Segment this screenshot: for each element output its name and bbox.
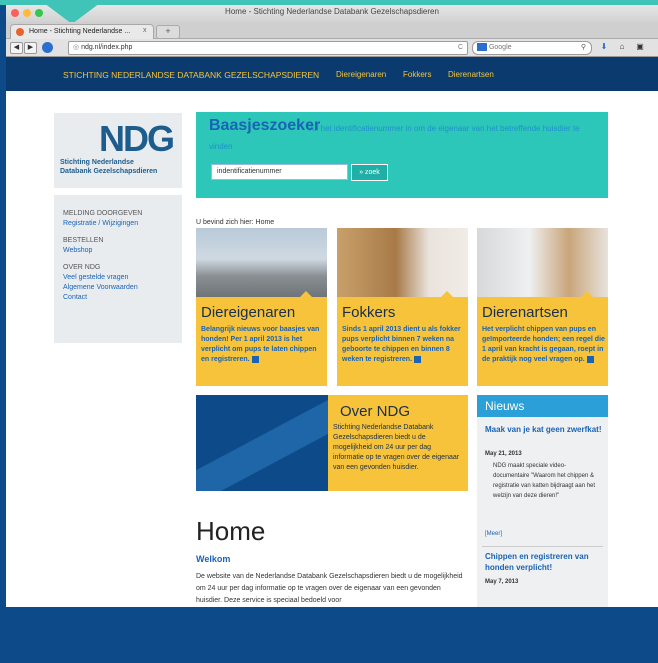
card-fokkers[interactable]: Fokkers Sinds 1 april 2013 dient u als f… xyxy=(337,228,468,386)
nav-fokkers[interactable]: Fokkers xyxy=(403,70,431,79)
logo-line-1: Stichting Nederlandse xyxy=(60,159,134,166)
vet-photo xyxy=(477,228,608,297)
over-text: Stichting Nederlandse Databank Gezelscha… xyxy=(333,424,460,471)
home-button-icon[interactable]: ⌂ xyxy=(616,42,628,52)
news-item-text: NDG maakt speciale video-documentaire "W… xyxy=(493,463,596,499)
more-arrow-icon[interactable] xyxy=(414,355,422,363)
menu-heading-melding: MELDING DOORGEVEN xyxy=(63,210,143,217)
card-arrow xyxy=(581,291,593,297)
browser-toolbar: ◀ ▶ ◎ ndg.nl/index.php C Google ⚲ ⬇ ⌂ ▣ xyxy=(6,39,658,57)
news-item-title[interactable]: Maak van je kat geen zwerfkat! xyxy=(485,424,603,435)
owner-search-panel: Vul het identificatienummer in om de eig… xyxy=(196,112,608,198)
over-ndg-box[interactable]: Over NDG Stichting Nederlandse Databank … xyxy=(196,395,468,491)
card-text: Het verplicht chippen van pups en geïmpo… xyxy=(482,326,605,363)
search-button[interactable]: » zoek xyxy=(351,164,388,181)
card-text: Belangrijk nieuws voor baasjes van honde… xyxy=(201,326,320,363)
nav-dierenartsen[interactable]: Dierenartsen xyxy=(448,70,494,79)
tab-close-icon[interactable]: x xyxy=(143,27,147,34)
news-header: Nieuws xyxy=(477,395,608,417)
side-menu: MELDING DOORGEVEN Registratie / Wijzigin… xyxy=(54,195,182,343)
logo-line-2: Databank Gezelschapsdieren xyxy=(60,168,158,175)
card-title: Diereigenaren xyxy=(201,304,296,321)
ndg-banner-image xyxy=(196,395,328,491)
reload-icon[interactable]: C xyxy=(458,42,463,54)
card-diereigenaren[interactable]: Diereigenaren Belangrijk nieuws voor baa… xyxy=(196,228,327,386)
nav-diereigenaren[interactable]: Diereigenaren xyxy=(336,70,386,79)
card-text: Sinds 1 april 2013 dient u als fokker pu… xyxy=(342,326,461,363)
breadcrumb: U bevind zich hier: Home xyxy=(196,219,275,226)
home-icon[interactable] xyxy=(42,42,53,53)
tab-home[interactable]: Home - Stichting Nederlandse ... x xyxy=(10,24,154,39)
ndg-logo[interactable]: NDG Stichting Nederlandse Databank Gezel… xyxy=(54,113,182,188)
back-button[interactable]: ◀ xyxy=(10,42,23,54)
menu-link-contact[interactable]: Contact xyxy=(63,294,87,301)
menu-heading-over: OVER NDG xyxy=(63,264,101,271)
menu-link-faq[interactable]: Veel gestelde vragen xyxy=(63,274,128,281)
menu-link-webshop[interactable]: Webshop xyxy=(63,247,92,254)
search-icon[interactable]: ⚲ xyxy=(581,42,586,54)
new-tab-button[interactable]: + xyxy=(156,25,180,39)
dog-woman-photo xyxy=(337,228,468,297)
news-divider xyxy=(482,546,603,547)
news-panel: Nieuws Maak van je kat geen zwerfkat! Ma… xyxy=(477,395,608,607)
news-item-date: May 7, 2013 xyxy=(485,579,519,585)
search-placeholder: Google xyxy=(488,44,512,51)
banner-stripe xyxy=(196,395,328,491)
card-title: Fokkers xyxy=(342,304,396,321)
tab-label: Home - Stichting Nederlandse ... xyxy=(29,28,131,35)
card-dierenartsen[interactable]: Dierenartsen Het verplicht chippen van p… xyxy=(477,228,608,386)
welcome-heading: Welkom xyxy=(196,554,231,564)
card-title: Dierenartsen xyxy=(482,304,568,321)
tab-bar: Home - Stichting Nederlandse ... x + xyxy=(6,22,658,39)
card-arrow xyxy=(300,291,312,297)
address-bar[interactable]: ◎ ndg.nl/index.php C xyxy=(68,41,468,55)
globe-icon: ◎ xyxy=(73,44,80,51)
pointer-marker xyxy=(40,0,104,24)
download-icon[interactable]: ⬇ xyxy=(598,42,610,52)
logo-mark: NDG xyxy=(99,118,175,159)
google-icon xyxy=(477,43,487,52)
page-title: Home xyxy=(196,516,266,546)
menu-link-registratie[interactable]: Registratie / Wijzigingen xyxy=(63,220,138,227)
search-title: Baasjeszoeker xyxy=(209,117,321,134)
home-intro-text: De website van de Nederlandse Databank G… xyxy=(196,573,463,604)
news-heading: Nieuws xyxy=(485,399,525,413)
more-arrow-icon[interactable] xyxy=(586,355,594,363)
forward-button[interactable]: ▶ xyxy=(24,42,37,54)
news-more-link[interactable]: [Meer] xyxy=(485,531,502,537)
site-nav: STICHTING NEDERLANDSE DATABANK GEZELSCHA… xyxy=(6,57,658,91)
menu-heading-bestellen: BESTELLEN xyxy=(63,237,104,244)
over-title: Over NDG xyxy=(340,403,411,420)
beach-dog-photo xyxy=(196,228,327,297)
more-arrow-icon[interactable] xyxy=(251,355,259,363)
id-number-input[interactable]: indentificatienummer xyxy=(211,164,348,180)
site-brand-link[interactable]: STICHTING NEDERLANDSE DATABANK GEZELSCHA… xyxy=(63,70,319,80)
page-content: NDG Stichting Nederlandse Databank Gezel… xyxy=(6,91,658,607)
card-arrow xyxy=(441,291,453,297)
menu-icon[interactable]: ▣ xyxy=(634,42,646,52)
favicon-icon xyxy=(16,28,24,36)
menu-link-voorwaarden[interactable]: Algemene Voorwaarden xyxy=(63,284,138,291)
news-item-date: May 21, 2013 xyxy=(485,451,522,457)
news-item-title[interactable]: Chippen en registreren van honden verpli… xyxy=(485,551,603,573)
url-text: ndg.nl/index.php xyxy=(81,44,133,51)
browser-search-input[interactable]: Google ⚲ xyxy=(472,41,592,55)
